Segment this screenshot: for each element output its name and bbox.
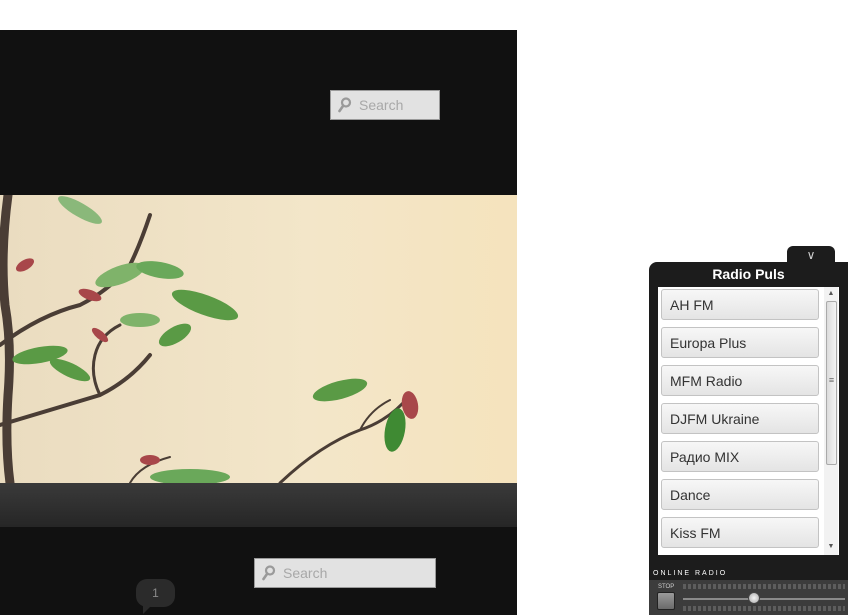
search-icon [338,97,352,113]
radio-title: Radio Puls [712,266,785,282]
navigation-bar [0,483,517,527]
header-image [0,195,517,483]
stop-label: STOP [658,584,675,590]
station-list-box: AH FM Europa Plus MFM Radio DJFM Ukraine Рад… [658,287,839,555]
level-meter-top [683,584,845,589]
station-item[interactable]: Kiss FM [661,517,819,548]
station-list: AH FM Europa Plus MFM Radio DJFM Ukraine Рад… [661,289,819,555]
search-icon [262,565,276,581]
grip-icon: ≡ [828,375,835,385]
comment-count: 1 [152,586,159,600]
station-item[interactable]: Europa Plus [661,327,819,358]
header-search-input[interactable] [359,97,439,113]
radio-widget: Radio Puls AH FM Europa Plus MFM Radio DJFM… [649,262,848,615]
header-search[interactable] [330,90,440,120]
stop-button[interactable] [657,592,675,610]
scroll-thumb[interactable]: ≡ [826,301,837,465]
chevron-down-icon: ∨ [806,248,816,262]
player-controls: STOP [649,580,848,615]
scroll-down-icon[interactable]: ▼ [824,542,838,552]
station-item[interactable]: AH FM [661,289,819,320]
scroll-up-icon[interactable]: ▲ [824,289,838,299]
station-item[interactable]: Dance [661,479,819,510]
station-item[interactable]: MFM Radio [661,365,819,396]
online-radio-label: ONLINE RADIO [653,570,728,577]
level-meter-bottom [683,606,845,611]
sidebar-search[interactable] [254,558,436,588]
station-item[interactable]: DJFM Ukraine [661,403,819,434]
volume-slider[interactable] [683,598,845,600]
volume-knob[interactable] [748,592,761,604]
station-item[interactable]: Радио MIX [661,441,819,472]
comment-count-bubble[interactable]: 1 [136,579,175,614]
blog-page: 1 [0,30,517,615]
scrollbar[interactable]: ▲ ≡ ▼ [824,287,838,555]
sidebar-search-input[interactable] [283,565,435,581]
